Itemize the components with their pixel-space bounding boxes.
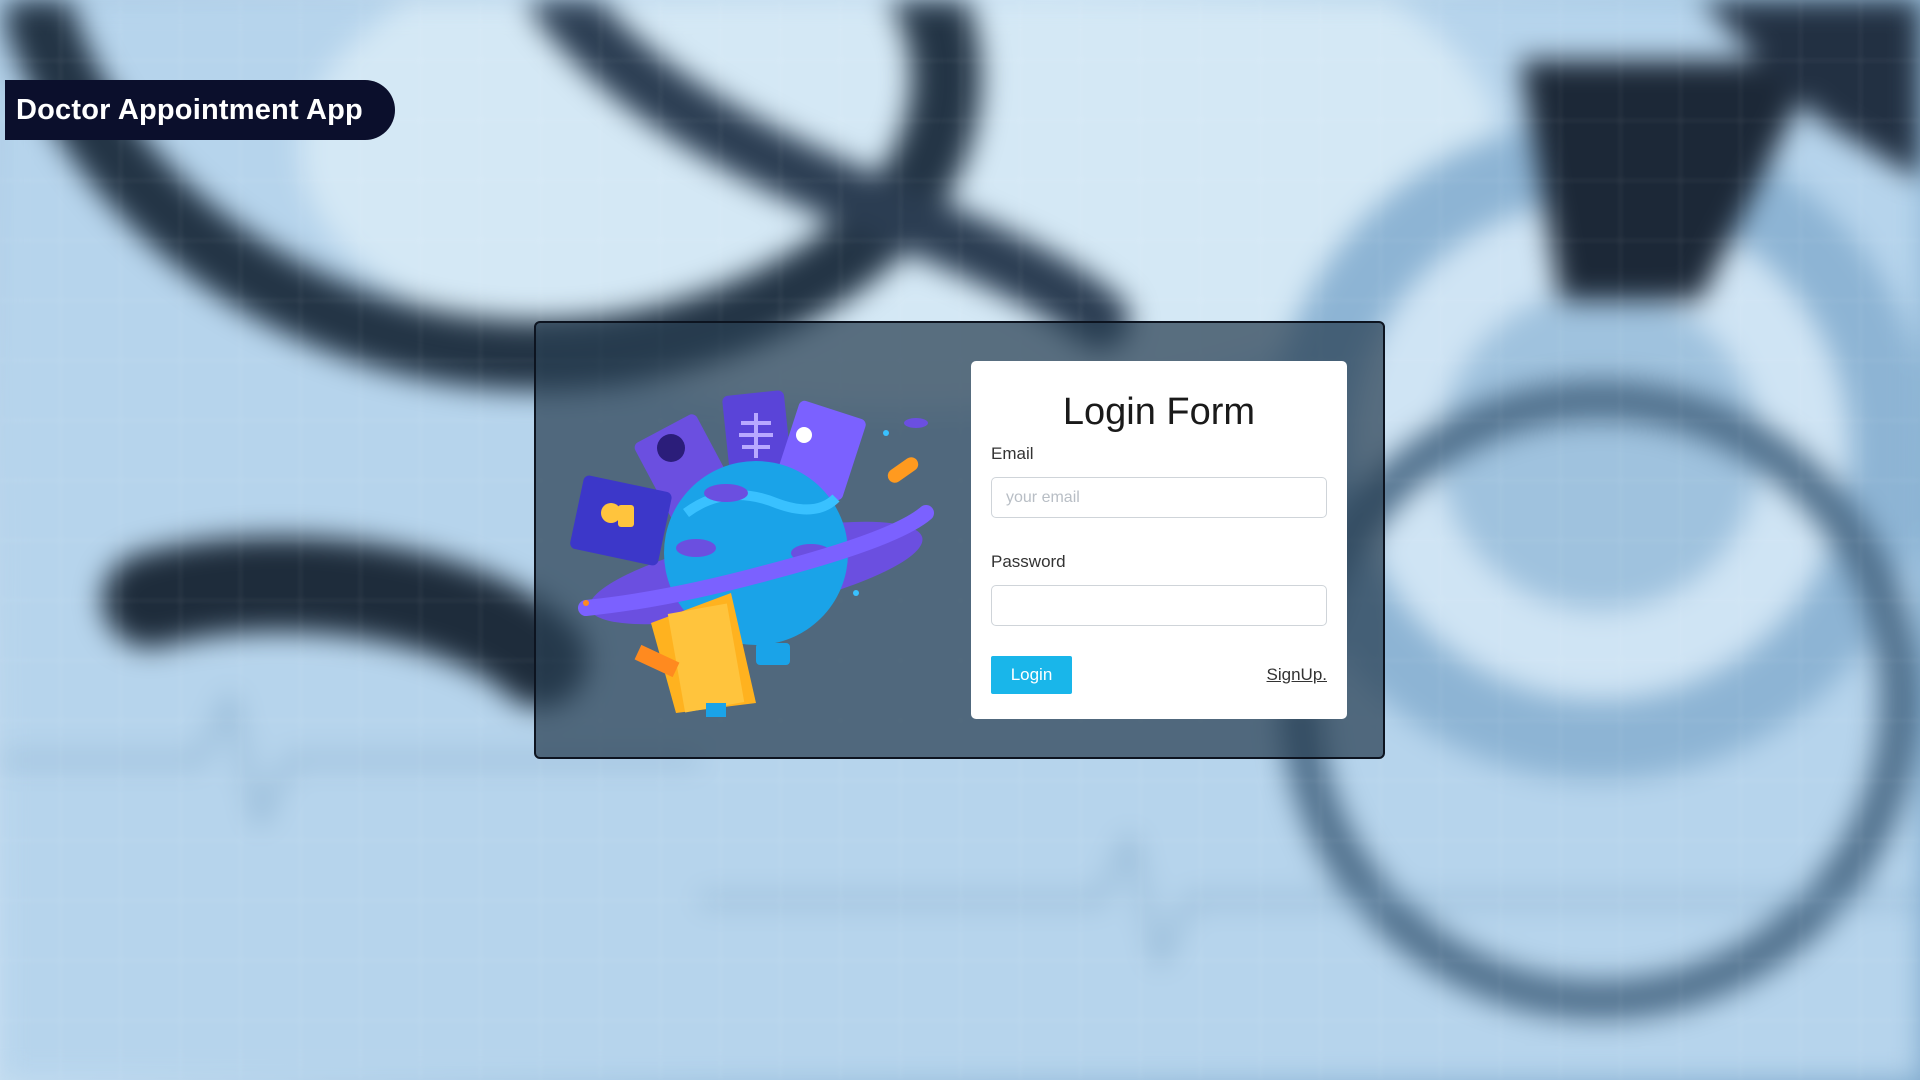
email-input[interactable] — [991, 477, 1327, 518]
login-form-title: Login Form — [1062, 391, 1256, 433]
password-input[interactable] — [991, 585, 1327, 626]
email-label: Email — [991, 444, 1034, 463]
app-title: Doctor Appointment App — [16, 93, 363, 126]
email-group: Email — [991, 444, 1327, 518]
form-actions: Login SignUp. — [991, 656, 1327, 694]
password-label: Password — [991, 552, 1066, 571]
password-group: Password — [991, 552, 1327, 626]
signup-link[interactable]: SignUp. — [1267, 665, 1327, 685]
medical-planet-illustration — [570, 390, 934, 717]
login-form: Login Form Email Password Login SignUp. — [971, 361, 1347, 719]
app-title-badge: Doctor Appointment App — [5, 80, 395, 140]
login-button[interactable]: Login — [991, 656, 1072, 694]
login-card: Login Form Email Password Login SignUp. — [534, 321, 1385, 759]
